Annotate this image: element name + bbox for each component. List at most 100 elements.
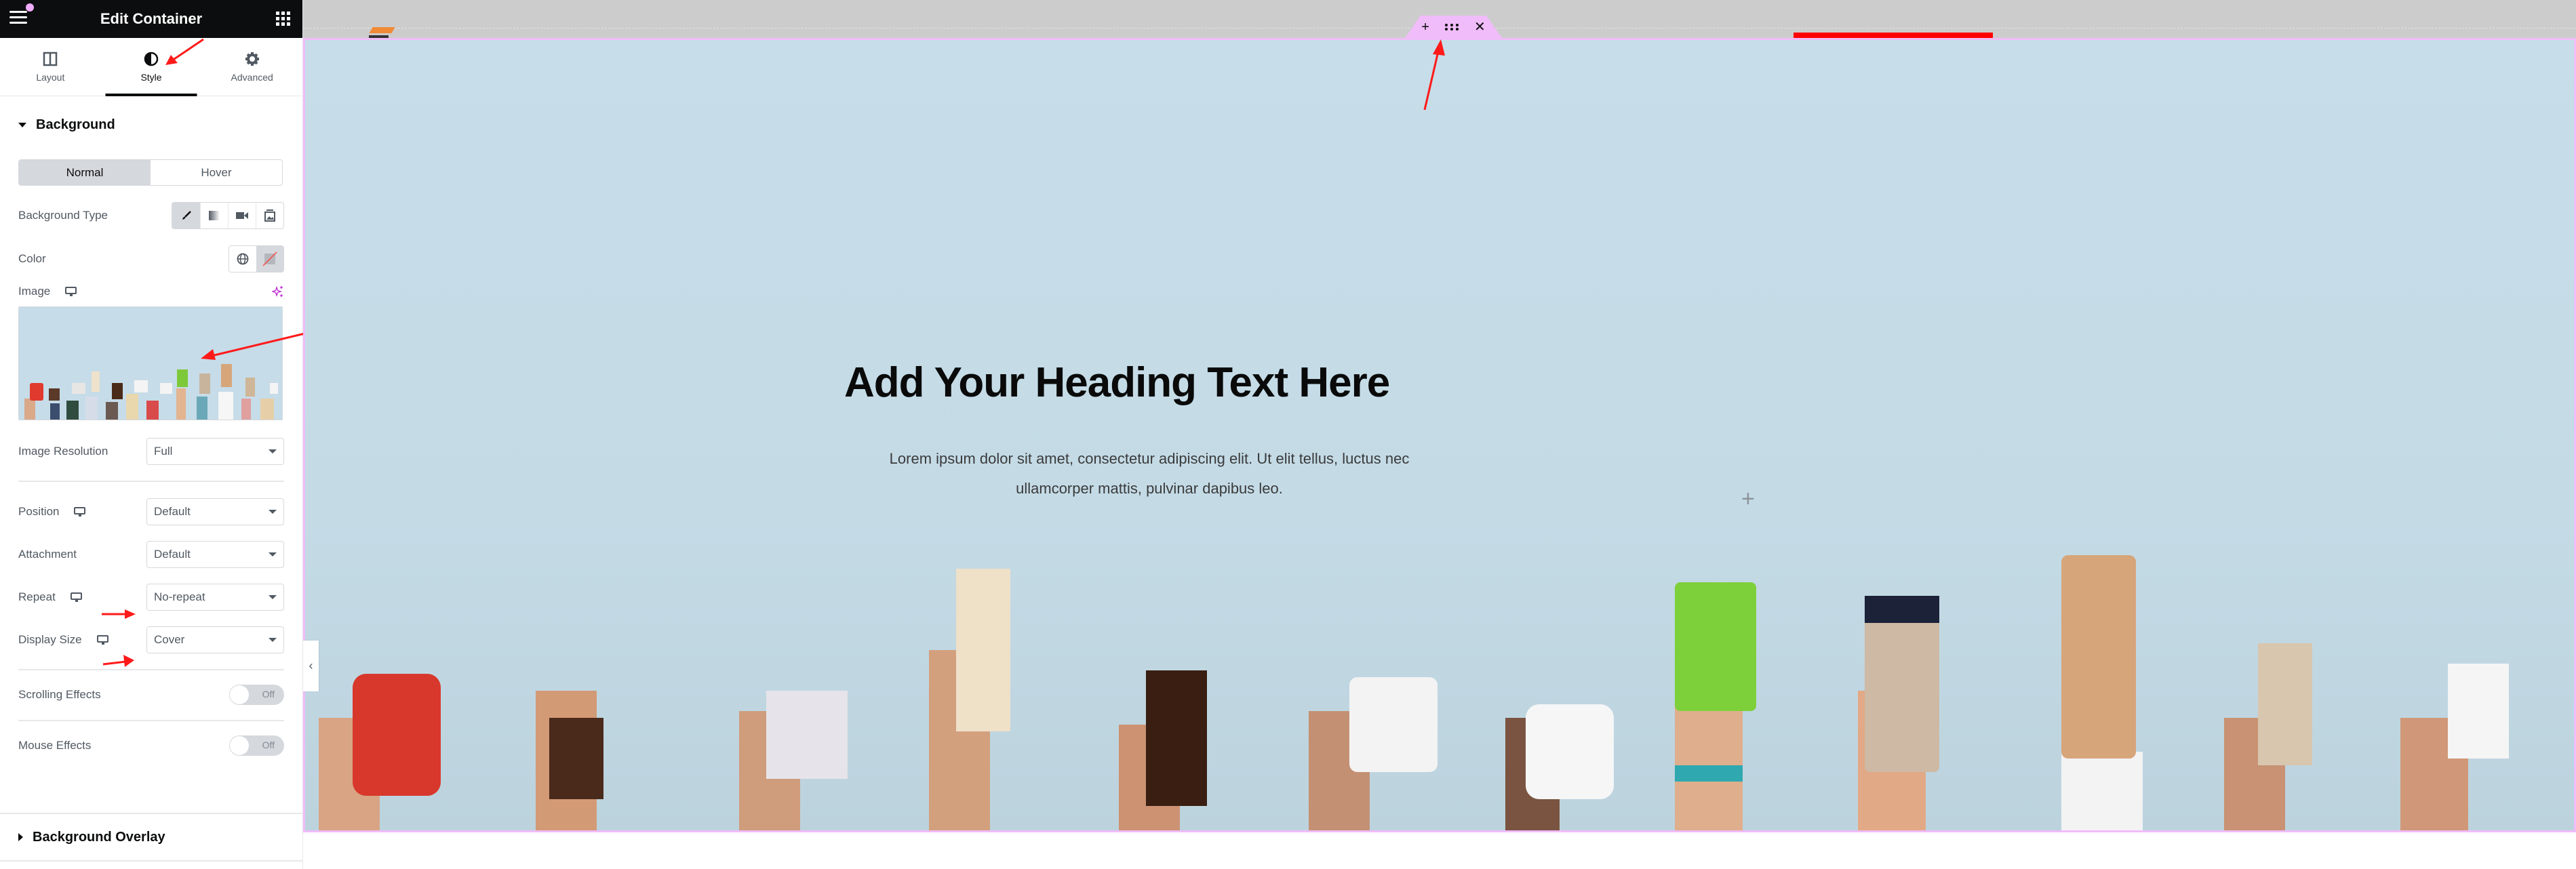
repeat-select[interactable]: No-repeat bbox=[146, 584, 284, 611]
display-size-row: Display Size Cover bbox=[18, 626, 284, 653]
background-section-toggle[interactable]: Background bbox=[0, 104, 302, 145]
dropdown-arrow-icon bbox=[269, 510, 277, 514]
state-tabs: Normal Hover bbox=[18, 159, 283, 186]
repeat-label: Repeat bbox=[18, 590, 82, 604]
collapse-panel-button[interactable]: ‹ bbox=[303, 641, 319, 691]
add-container-icon[interactable]: + bbox=[1421, 20, 1429, 34]
mouse-effects-label: Mouse Effects bbox=[18, 739, 92, 752]
responsive-desktop-icon[interactable] bbox=[65, 287, 77, 296]
video-icon[interactable] bbox=[228, 203, 256, 228]
color-swatch-empty[interactable] bbox=[256, 246, 283, 272]
chevron-left-icon: ‹ bbox=[309, 659, 313, 672]
position-select[interactable]: Default bbox=[146, 498, 284, 525]
select-value: Full bbox=[154, 445, 173, 458]
dropdown-arrow-icon bbox=[269, 595, 277, 599]
section-title: Background bbox=[36, 117, 115, 132]
image-resolution-label: Image Resolution bbox=[18, 445, 108, 458]
preview-canvas: + ✕ Add Your Heading Text Here Lorem ips… bbox=[303, 0, 2576, 869]
mouse-effects-toggle[interactable]: Off bbox=[229, 735, 284, 756]
drag-handle-icon[interactable] bbox=[1444, 23, 1459, 31]
tab-label: Layout bbox=[36, 71, 65, 83]
tab-layout[interactable]: Layout bbox=[0, 38, 101, 96]
dropdown-arrow-icon bbox=[269, 449, 277, 453]
site-logo[interactable] bbox=[369, 27, 395, 33]
image-label-text: Image bbox=[18, 285, 51, 298]
repeat-row: Repeat No-repeat bbox=[18, 584, 284, 611]
add-element-icon[interactable]: + bbox=[1741, 486, 1755, 512]
header-menu-bar bbox=[1794, 33, 1993, 38]
widgets-grid-icon[interactable] bbox=[276, 12, 290, 26]
menu-icon[interactable] bbox=[9, 11, 27, 26]
color-label: Color bbox=[18, 252, 46, 265]
delete-container-icon[interactable]: ✕ bbox=[1474, 20, 1486, 34]
half-circle-contrast-icon bbox=[144, 52, 159, 66]
elementor-editor: Edit Container Layout Style Advanced Bac… bbox=[0, 0, 2576, 869]
container-handle: + ✕ bbox=[1405, 16, 1502, 38]
scrolling-effects-toggle[interactable]: Off bbox=[229, 685, 284, 705]
divider bbox=[18, 720, 284, 721]
caret-right-icon bbox=[18, 833, 23, 841]
coffee-cups-thumbnail bbox=[19, 307, 282, 420]
image-resolution-select[interactable]: Full bbox=[146, 438, 284, 465]
background-overlay-section-toggle[interactable]: Background Overlay bbox=[0, 813, 303, 862]
panel-header: Edit Container bbox=[0, 0, 302, 38]
color-control bbox=[229, 245, 284, 272]
display-size-label: Display Size bbox=[18, 633, 108, 647]
color-row: Color bbox=[18, 245, 284, 272]
select-value: Cover bbox=[154, 633, 185, 646]
notification-dot bbox=[26, 3, 34, 12]
mouse-effects-row: Mouse Effects Off bbox=[18, 735, 284, 756]
tab-label: Advanced bbox=[231, 71, 273, 83]
background-type-control bbox=[172, 202, 284, 229]
image-label: Image bbox=[18, 285, 77, 298]
responsive-desktop-icon[interactable] bbox=[96, 635, 108, 645]
attachment-select[interactable]: Default bbox=[146, 541, 284, 568]
repeat-label-text: Repeat bbox=[18, 590, 56, 603]
ai-sparkle-icon[interactable] bbox=[272, 285, 284, 298]
layout-columns-icon bbox=[43, 52, 58, 66]
position-row: Position Default bbox=[18, 498, 284, 525]
display-size-select[interactable]: Cover bbox=[146, 626, 284, 653]
toggle-knob bbox=[230, 685, 249, 704]
attachment-label: Attachment bbox=[18, 548, 77, 561]
section-title: Background Overlay bbox=[33, 829, 165, 845]
responsive-desktop-icon[interactable] bbox=[70, 592, 82, 602]
select-value: Default bbox=[154, 505, 191, 518]
background-image-preview[interactable] bbox=[18, 306, 283, 420]
image-resolution-row: Image Resolution Full bbox=[18, 438, 284, 465]
slideshow-icon[interactable] bbox=[256, 203, 283, 228]
responsive-desktop-icon[interactable] bbox=[74, 507, 86, 517]
dropdown-arrow-icon bbox=[269, 552, 277, 557]
select-value: No-repeat bbox=[154, 590, 205, 603]
tab-style[interactable]: Style bbox=[101, 38, 202, 96]
toggle-state: Off bbox=[262, 689, 275, 700]
tab-advanced[interactable]: Advanced bbox=[201, 38, 302, 96]
background-controls: Normal Hover Background Type Color Image… bbox=[0, 159, 302, 756]
attachment-row: Attachment Default bbox=[18, 541, 284, 568]
select-value: Default bbox=[154, 548, 191, 561]
position-label: Position bbox=[18, 505, 86, 519]
state-tab-hover[interactable]: Hover bbox=[151, 160, 282, 185]
edit-panel: Edit Container Layout Style Advanced Bac… bbox=[0, 0, 314, 869]
classic-brush-icon[interactable] bbox=[172, 203, 200, 228]
divider bbox=[18, 669, 284, 670]
caret-down-icon bbox=[18, 122, 26, 127]
globe-icon[interactable] bbox=[229, 246, 256, 272]
text-editor-widget[interactable]: Lorem ipsum dolor sit amet, consectetur … bbox=[851, 444, 1448, 504]
gear-icon bbox=[245, 52, 259, 66]
scrolling-effects-label: Scrolling Effects bbox=[18, 688, 101, 701]
tab-label: Style bbox=[140, 71, 162, 83]
panel-title: Edit Container bbox=[100, 10, 203, 27]
heading-widget[interactable]: Add Your Heading Text Here bbox=[844, 359, 1390, 407]
divider bbox=[18, 481, 284, 482]
toggle-knob bbox=[230, 736, 249, 755]
state-tab-normal[interactable]: Normal bbox=[19, 160, 151, 185]
gradient-icon[interactable] bbox=[200, 203, 228, 228]
panel-tabs: Layout Style Advanced bbox=[0, 38, 302, 96]
scrolling-effects-row: Scrolling Effects Off bbox=[18, 685, 284, 705]
hero-container[interactable]: Add Your Heading Text Here Lorem ipsum d… bbox=[303, 38, 2576, 832]
display-size-label-text: Display Size bbox=[18, 633, 82, 646]
background-type-row: Background Type bbox=[18, 202, 284, 229]
dropdown-arrow-icon bbox=[269, 638, 277, 642]
coffee-cups-background bbox=[319, 555, 2509, 830]
